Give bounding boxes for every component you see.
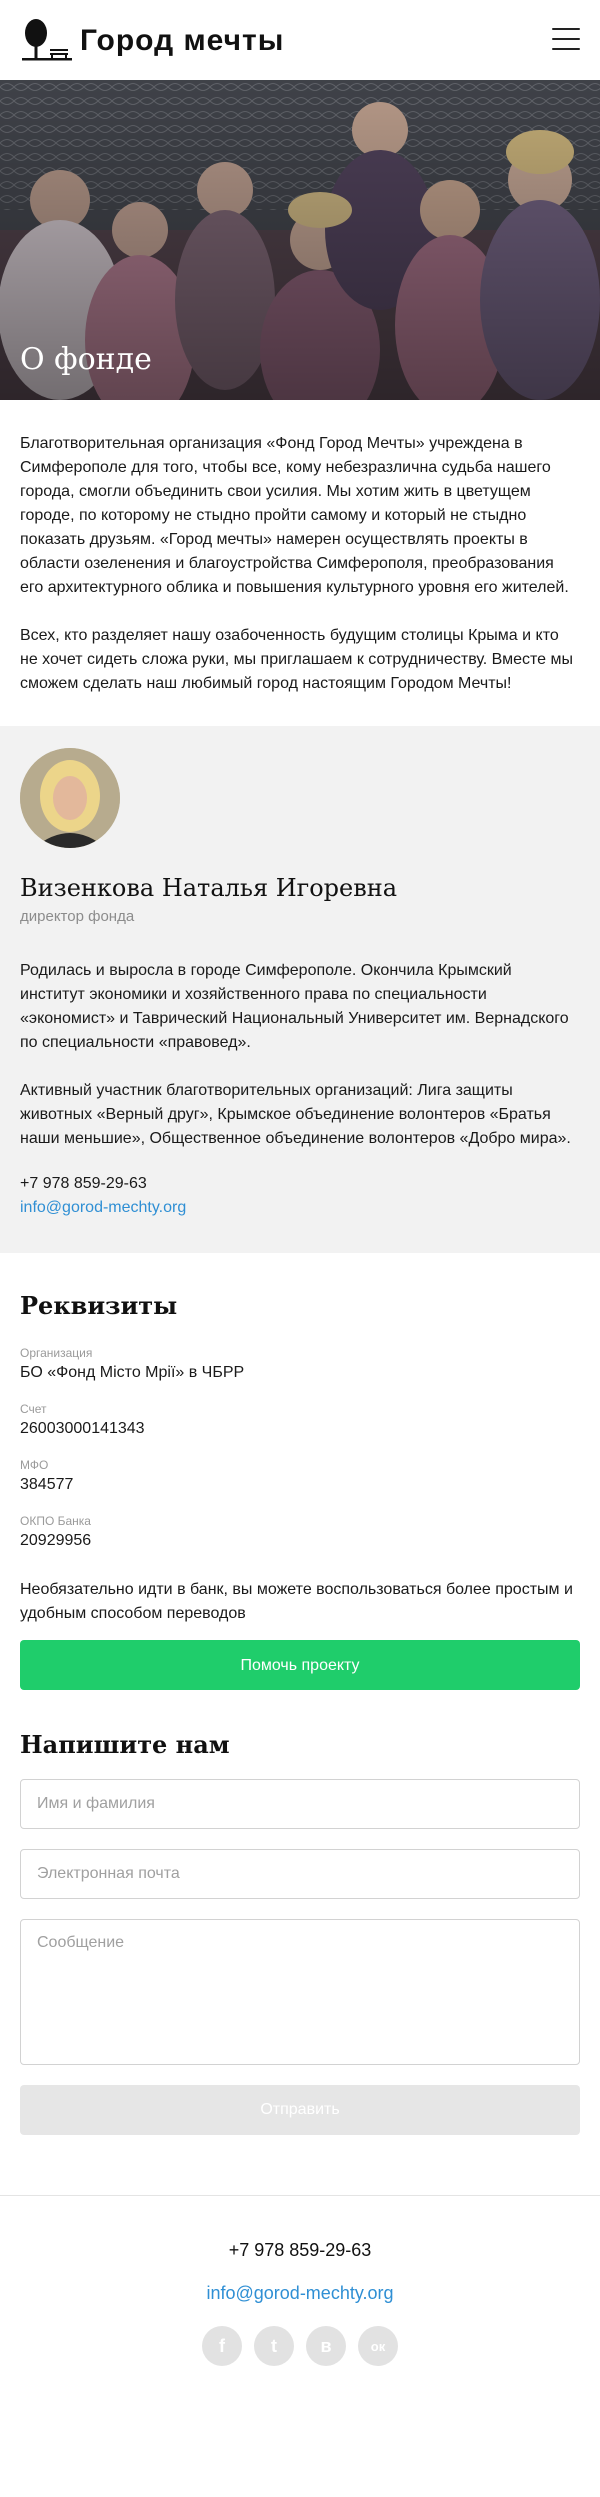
help-project-button[interactable]: Помочь проекту xyxy=(20,1640,580,1690)
director-email-link[interactable]: info@gorod-mechty.org xyxy=(20,1199,580,1217)
page-title: О фонде xyxy=(20,342,152,377)
twitter-icon[interactable]: t xyxy=(254,2326,294,2366)
contact-form: Напишите нам Отправить xyxy=(0,1690,600,2135)
hero-banner: О фонде xyxy=(0,80,600,400)
message-textarea[interactable] xyxy=(20,1919,580,2065)
logo-text: Город мечты xyxy=(80,24,285,57)
bio-paragraph: Родилась и выросла в городе Симферополе.… xyxy=(20,962,569,1051)
name-input[interactable] xyxy=(20,1779,580,1829)
site-header: Город мечты xyxy=(0,0,600,80)
about-paragraph: Всех, кто разделяет нашу озабоченность б… xyxy=(20,627,574,692)
director-role: директор фонда xyxy=(20,908,135,925)
requisites-section: Реквизиты Организация БО «Фонд Місто Мрі… xyxy=(0,1253,600,1690)
avatar xyxy=(20,748,120,848)
transfer-note: Необязательно идти в банк, вы можете вос… xyxy=(20,1581,573,1622)
bio-paragraph: Активный участник благотворительных орга… xyxy=(20,1082,571,1147)
director-bio: Родилась и выросла в городе Симферополе.… xyxy=(20,959,580,1151)
requisite-okpo: ОКПО Банка 20929956 xyxy=(20,1514,92,1549)
footer-email-link[interactable]: info@gorod-mechty.org xyxy=(206,2283,393,2304)
footer-phone: +7 978 859-29-63 xyxy=(228,2240,372,2260)
director-name: Визенкова Наталья Игоревна xyxy=(20,874,398,902)
submit-button[interactable]: Отправить xyxy=(20,2085,580,2135)
director-phone: +7 978 859-29-63 xyxy=(20,1175,147,1192)
hamburger-menu-icon[interactable] xyxy=(552,28,580,50)
requisites-title: Реквизиты xyxy=(20,1291,178,1320)
requisite-account: Счет 26003000141343 xyxy=(20,1402,145,1437)
about-section: Благотворительная организация «Фонд Горо… xyxy=(0,400,600,726)
requisite-organization: Организация БО «Фонд Місто Мрії» в ЧБРР xyxy=(20,1346,245,1381)
about-paragraph: Благотворительная организация «Фонд Горо… xyxy=(20,435,569,596)
site-logo[interactable]: Город мечты xyxy=(20,18,284,64)
odnoklassniki-icon[interactable]: ок xyxy=(358,2326,398,2366)
tree-bench-logo-icon xyxy=(22,19,72,61)
requisite-mfo: МФО 384577 xyxy=(20,1458,74,1493)
vk-icon[interactable]: в xyxy=(306,2326,346,2366)
email-input[interactable] xyxy=(20,1849,580,1899)
social-links: f t в ок xyxy=(0,2326,600,2366)
facebook-icon[interactable]: f xyxy=(202,2326,242,2366)
site-footer: +7 978 859-29-63 info@gorod-mechty.org f… xyxy=(0,2195,600,2366)
director-card: Визенкова Наталья Игоревна директор фонд… xyxy=(0,726,600,1253)
contact-title: Напишите нам xyxy=(20,1730,230,1759)
